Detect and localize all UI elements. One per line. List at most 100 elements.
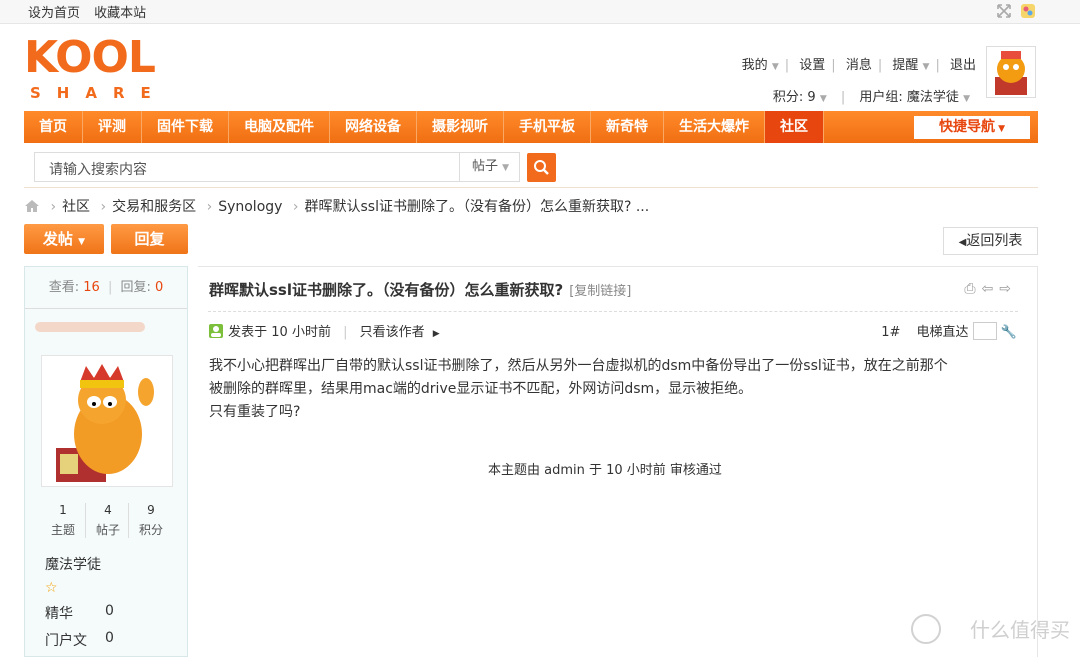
floor-jump-input[interactable] bbox=[972, 322, 997, 340]
online-status-icon bbox=[209, 324, 223, 338]
menu-mine[interactable]: 我的 ▼ bbox=[742, 54, 779, 73]
search-button[interactable] bbox=[527, 153, 556, 182]
menu-reminders[interactable]: 提醒 ▼ bbox=[892, 54, 929, 73]
avatar[interactable] bbox=[986, 46, 1036, 98]
author-rank[interactable]: 魔法学徒 bbox=[45, 554, 101, 574]
next-thread-icon[interactable]: ⇨ bbox=[999, 281, 1017, 297]
garfield-avatar-icon bbox=[56, 364, 154, 482]
nav-item[interactable]: 生活大爆炸 bbox=[664, 111, 765, 143]
post-info: 发表于 10 小时前 | 只看该作者 ▶ bbox=[208, 321, 440, 340]
author-name-blurred[interactable] bbox=[35, 322, 145, 332]
menu-settings[interactable]: 设置 bbox=[799, 54, 825, 73]
prev-thread-icon[interactable]: ⇦ bbox=[982, 281, 1000, 297]
post-paragraph: 只有重装了吗? bbox=[209, 404, 301, 420]
nav-item[interactable]: 手机平板 bbox=[504, 111, 591, 143]
logo-bottom-text: SHARE bbox=[30, 84, 167, 102]
stat-label: 积分 bbox=[138, 523, 163, 537]
stat-value: 4 bbox=[104, 503, 112, 517]
stat-posts[interactable]: 4 帖子 bbox=[85, 503, 129, 538]
digest-value[interactable]: 0 bbox=[105, 603, 114, 619]
fullscreen-icon[interactable] bbox=[996, 3, 1012, 19]
quick-nav-label: 快捷导航 bbox=[938, 119, 995, 135]
copy-link-button[interactable]: [复制链接] bbox=[569, 284, 631, 299]
top-links: 设为首页 收藏本站 bbox=[28, 2, 156, 21]
portal-row: 门户文 0 bbox=[45, 630, 114, 650]
nav-item[interactable]: 评测 bbox=[83, 111, 142, 143]
menu-logout[interactable]: 退出 bbox=[950, 54, 976, 73]
floor-number: 1# bbox=[881, 325, 901, 340]
user-info: 积分: 9 ▼ | 用户组: 魔法学徒 ▼ bbox=[772, 90, 970, 105]
nav-item[interactable]: 社区 bbox=[765, 111, 824, 143]
breadcrumb-item[interactable]: Synology bbox=[218, 199, 282, 215]
watermark-logo-icon bbox=[911, 614, 941, 644]
nav-item[interactable]: 固件下载 bbox=[142, 111, 229, 143]
post-time: 发表于 10 小时前 bbox=[228, 325, 331, 340]
new-post-button[interactable]: 发帖 ▼ bbox=[24, 224, 104, 254]
menu-mine-label: 我的 bbox=[741, 58, 768, 73]
elevator-label: 电梯直达 bbox=[916, 325, 969, 340]
nav-item[interactable]: 电脑及配件 bbox=[229, 111, 330, 143]
divider bbox=[24, 187, 1038, 188]
portal-value[interactable]: 0 bbox=[105, 630, 114, 646]
replies-count: 0 bbox=[155, 280, 164, 295]
stat-label: 主题 bbox=[50, 523, 75, 537]
views-count: 16 bbox=[83, 280, 100, 295]
watermark-text: 什么值得买 bbox=[970, 618, 1070, 642]
search-icon bbox=[534, 160, 549, 175]
breadcrumb-current[interactable]: 群晖默认ssl证书删除了。（没有备份）怎么重新获取? ... bbox=[305, 199, 650, 215]
user-menu: 我的 ▼ | 设置 | 消息 | 提醒 ▼ | 退出 bbox=[742, 54, 976, 73]
floor-bar: 1# 电梯直达 🔧 bbox=[881, 321, 1017, 340]
set-home-link[interactable]: 设为首页 bbox=[28, 6, 80, 21]
digest-row: 精华 0 bbox=[45, 603, 114, 623]
top-bar: 设为首页 收藏本站 bbox=[0, 0, 1080, 24]
stat-threads[interactable]: 1 主题 bbox=[41, 503, 85, 538]
author-sidebar: 查看: 16 | 回复: 0 1 主题 4 帖子 9 积分 魔法学徒 ☆ 精华 0 门户… bbox=[24, 266, 188, 657]
stat-label: 帖子 bbox=[95, 523, 120, 537]
breadcrumb-item[interactable]: 交易和服务区 bbox=[112, 199, 196, 215]
post-title-text: 群晖默认ssl证书删除了。（没有备份）怎么重新获取? bbox=[209, 281, 564, 299]
logo-top-text: KOOL bbox=[24, 32, 156, 83]
views-label: 查看: bbox=[48, 280, 80, 295]
author-stats: 1 主题 4 帖子 9 积分 bbox=[41, 503, 173, 538]
wrench-icon[interactable]: 🔧 bbox=[1001, 325, 1017, 340]
koolshare-logo[interactable]: KOOL SHARE bbox=[24, 36, 174, 106]
home-icon[interactable] bbox=[24, 199, 40, 213]
back-to-list-button[interactable]: ◀返回列表 bbox=[943, 227, 1038, 255]
nav-item[interactable]: 网络设备 bbox=[330, 111, 417, 143]
dropdown-arrow-icon: ▼ bbox=[771, 62, 779, 72]
dropdown-arrow-icon: ▼ bbox=[963, 94, 970, 104]
breadcrumb-item[interactable]: 社区 bbox=[62, 199, 90, 215]
menu-messages[interactable]: 消息 bbox=[846, 54, 872, 73]
dropdown-arrow-icon: ▼ bbox=[922, 62, 930, 72]
color-palette-icon[interactable] bbox=[1020, 3, 1036, 19]
reply-button[interactable]: 回复 bbox=[111, 224, 188, 254]
divider bbox=[208, 311, 1018, 312]
main-nav: 首页 评测 固件下载 电脑及配件 网络设备 摄影视听 手机平板 新奇特 生活大爆炸 社区 快捷导航 … bbox=[24, 111, 1038, 143]
stat-points[interactable]: 9 积分 bbox=[129, 503, 173, 538]
print-icon[interactable]: ⎙ bbox=[964, 281, 981, 297]
thread-stats: 查看: 16 | 回复: 0 bbox=[25, 267, 187, 309]
replies-label: 回复: bbox=[120, 280, 151, 295]
search-input[interactable]: 请输入搜索内容 bbox=[49, 159, 147, 179]
author-avatar[interactable] bbox=[41, 355, 173, 487]
nav-item[interactable]: 首页 bbox=[24, 111, 83, 143]
stat-value: 9 bbox=[147, 503, 155, 517]
bookmark-link[interactable]: 收藏本站 bbox=[94, 6, 146, 21]
search-type-label: 帖子 bbox=[471, 159, 498, 174]
points-text[interactable]: 积分: 9 bbox=[773, 90, 816, 105]
only-author-link[interactable]: 只看该作者 bbox=[360, 325, 425, 340]
dropdown-arrow-icon: ▼ bbox=[994, 124, 1006, 134]
nav-item[interactable]: 新奇特 bbox=[591, 111, 664, 143]
digest-label: 精华 bbox=[45, 606, 73, 622]
quick-nav-button[interactable]: 快捷导航 ▼ bbox=[914, 116, 1030, 139]
post-main: 群晖默认ssl证书删除了。（没有备份）怎么重新获取? [复制链接] ⎙⇦⇨ 发表于… bbox=[198, 266, 1038, 657]
back-label: 返回列表 bbox=[966, 233, 1023, 249]
search-type-select[interactable]: 帖子 ▼ bbox=[459, 153, 521, 181]
portal-label: 门户文 bbox=[45, 633, 87, 649]
post-tools: ⎙⇦⇨ bbox=[964, 281, 1017, 297]
nav-item[interactable]: 摄影视听 bbox=[417, 111, 504, 143]
search-box: 请输入搜索内容 帖子 ▼ bbox=[34, 152, 520, 182]
play-icon: ▶ bbox=[432, 329, 440, 339]
usergroup-text[interactable]: 用户组: 魔法学徒 bbox=[859, 90, 959, 105]
post-title: 群晖默认ssl证书删除了。（没有备份）怎么重新获取? [复制链接] bbox=[209, 279, 631, 300]
